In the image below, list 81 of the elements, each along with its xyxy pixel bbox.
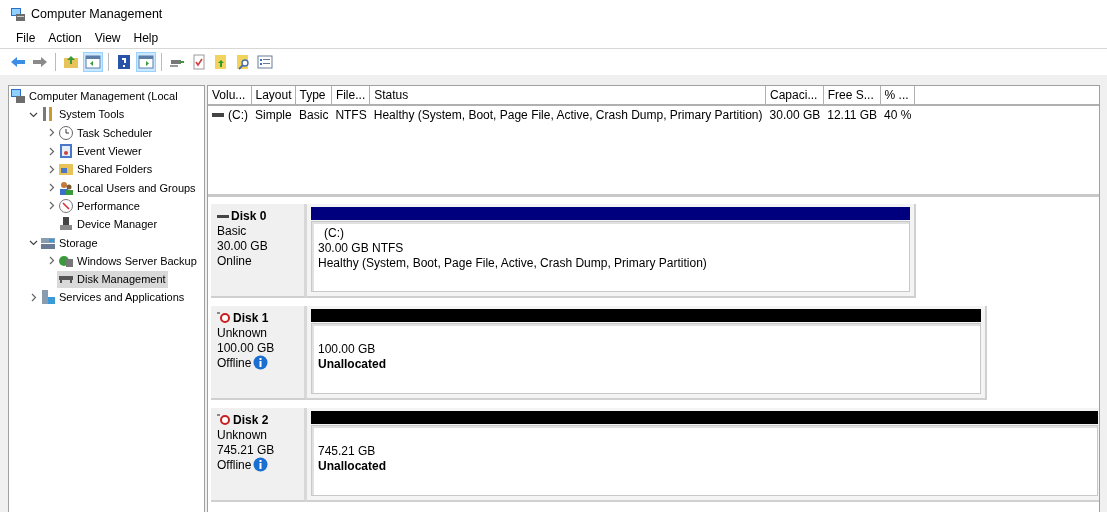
column-header[interactable]: Layout [251,86,296,105]
disk-name: Disk 0 [231,208,267,223]
expanded-chevron-icon[interactable] [28,238,38,247]
folder-search-icon [235,54,251,70]
forward-arrow-icon [32,54,48,70]
partition-text: 100.00 GB [318,342,377,357]
users-icon [58,179,74,196]
info-icon[interactable] [253,457,269,472]
pane-icon [138,54,154,70]
menu-item[interactable]: File [10,31,43,45]
disk-detail: Online [217,253,252,268]
table-cell: Healthy (System, Boot, Page File, Active, Crash Dump, Primary Partition) [373,108,763,122]
tree-item[interactable]: Services and Applications [39,288,187,306]
computer-icon [10,6,26,22]
folder-icon [63,54,79,70]
disk-detail: 100.00 GB [217,340,275,355]
menu-item[interactable]: Help [127,31,166,45]
disk-detail: 745.21 GB [217,442,275,457]
drive-icon [212,111,224,119]
tree-item[interactable]: Device Manager [57,215,160,233]
toolbar-button[interactable] [136,52,156,72]
device-icon [58,216,74,233]
column-header[interactable]: Free S... [823,86,881,105]
tree-item[interactable]: System Tools [39,105,127,123]
partition-text: Unallocated [318,357,387,372]
table-cell: 12.11 GB [827,108,878,122]
back-arrow-icon [10,54,26,70]
list-icon [257,54,273,70]
tree-item[interactable]: Disk Management [57,270,168,288]
column-header[interactable]: File... [331,86,370,105]
computer-icon [10,88,26,105]
partition-text: Healthy (System, Boot, Page File, Active, Crash Dump, Primary Partition) [318,256,708,271]
tree-item[interactable]: Windows Server Backup [57,252,199,270]
tree-item[interactable]: Local Users and Groups [57,179,198,197]
partition-text: 745.21 GB [318,444,377,459]
column-header[interactable]: Volu... [208,86,251,105]
disk-detail: Offline [217,355,252,370]
tree-item[interactable]: Performance [57,197,142,215]
partition-box[interactable]: 100.00 GB Unallocated [311,323,981,394]
tree-item[interactable]: Storage [39,234,100,251]
shared-folder-icon [58,161,74,178]
table-cell: 30.00 GB [769,108,821,122]
disk-name: Disk 1 [233,310,269,325]
column-header[interactable]: Capaci... [765,86,824,105]
help-icon [116,54,132,70]
partition-text: 30.00 GB NTFS [318,241,405,256]
window-title: Computer Management [31,7,163,21]
partition-text: Unallocated [318,459,387,474]
checklist-icon [191,54,207,70]
menu-item[interactable]: Action [42,31,89,45]
column-header[interactable]: Status [369,86,766,105]
table-cell: Simple [255,108,292,122]
table-cell: Basic [299,108,329,122]
partition-box[interactable]: (C:) 30.00 GB NTFS Healthy (System, Boot, Page File, Active, Crash Dump, Primary Partition) [311,221,910,292]
toolbar-button[interactable] [255,52,275,72]
disk-name: Disk 2 [233,412,269,427]
tree-item[interactable]: Event Viewer [57,142,144,160]
disk-detail: Unknown [217,427,268,442]
disk-detail: Unknown [217,325,268,340]
disk-detail: 30.00 GB [217,238,268,253]
clock-icon [58,124,74,141]
info-icon[interactable] [253,355,269,370]
table-cell: NTFS [335,108,367,122]
partition-box[interactable]: 745.21 GB Unallocated [311,425,1098,496]
column-header[interactable]: % ... [880,86,915,105]
partition-text: (C:) [323,226,345,241]
toolbar-button[interactable] [83,52,103,72]
menu-item[interactable]: View [88,31,128,45]
table-cell: (C:) [228,108,248,122]
gauge-icon [58,197,74,214]
pane-icon [85,54,101,70]
disk-detail: Offline [217,457,252,472]
services-icon [40,289,56,306]
table-cell: 40 % [884,108,912,122]
tree-item[interactable]: Shared Folders [57,160,155,178]
tree-item[interactable]: Task Scheduler [57,124,155,142]
tree-item[interactable]: Computer Management (Local [9,87,180,105]
folder-icon [213,54,229,70]
event-log-icon [58,143,74,160]
column-header[interactable]: Type [295,86,332,105]
disk-detail: Basic [217,223,247,238]
